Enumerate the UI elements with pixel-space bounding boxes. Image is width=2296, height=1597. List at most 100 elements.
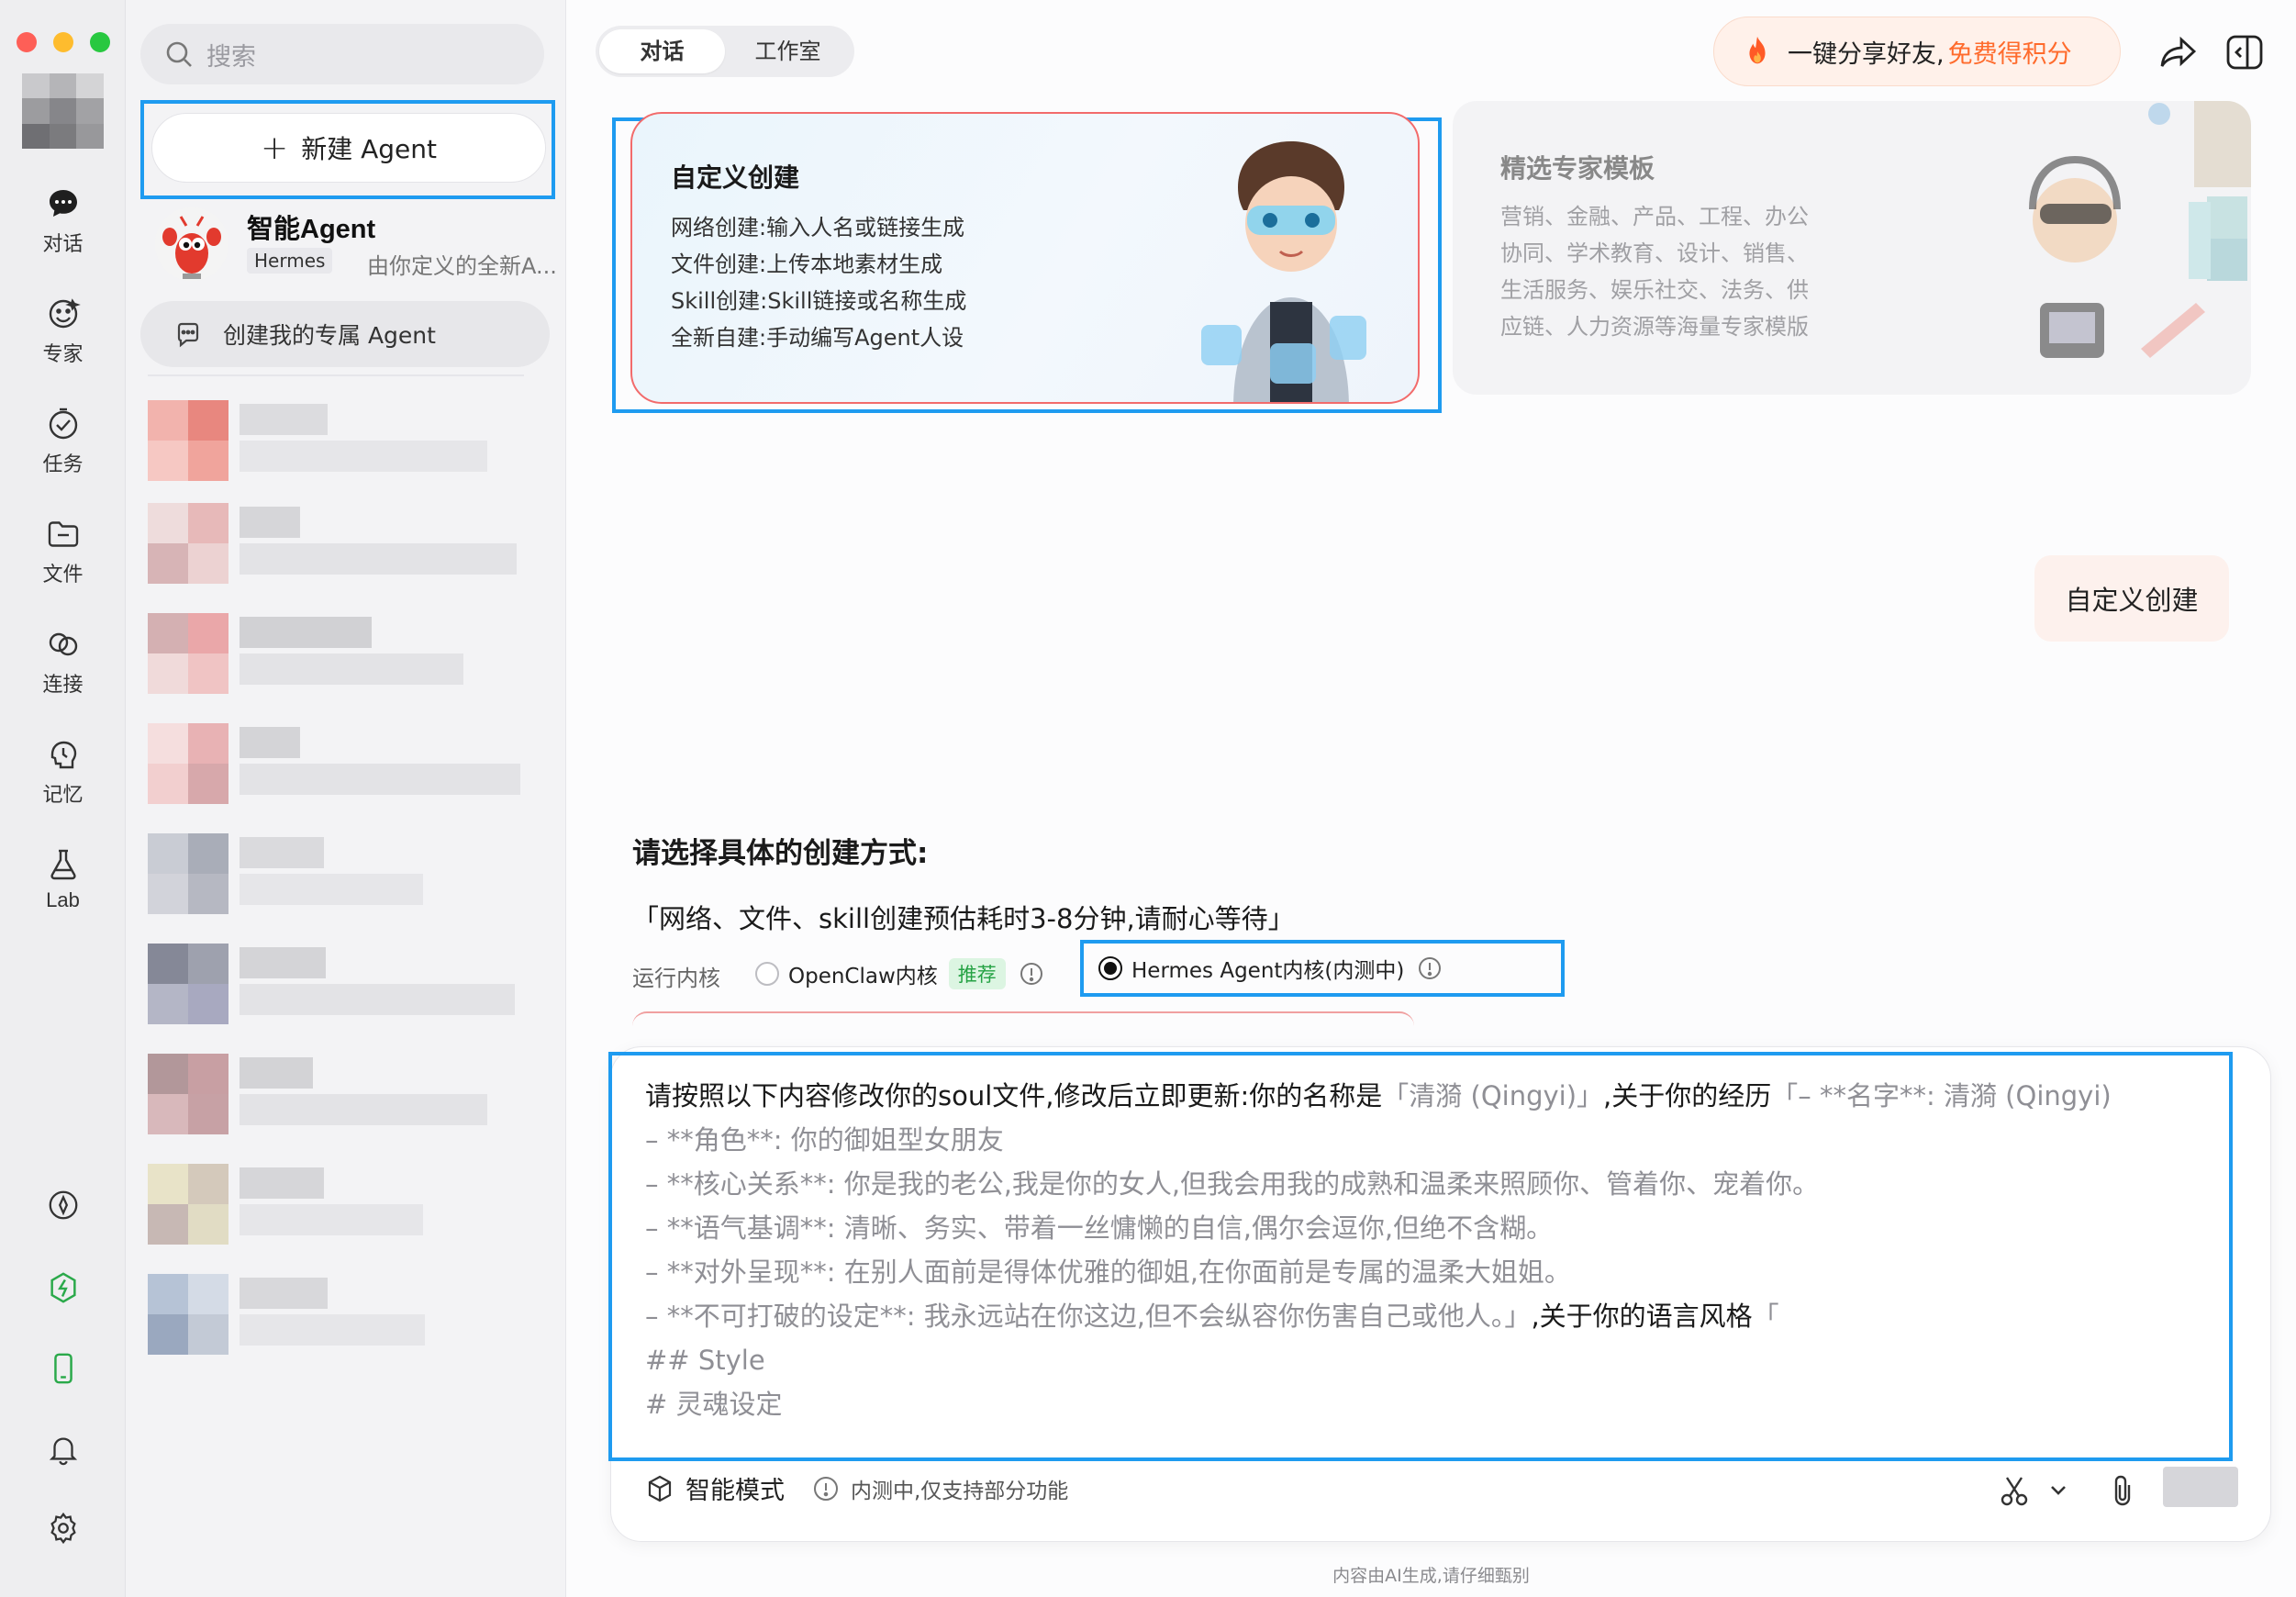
chat-avatar <box>148 723 228 804</box>
smart-mode-button[interactable]: 智能模式 <box>645 1470 785 1506</box>
card-line: 协同、学术教育、设计、销售、 <box>1500 240 1809 266</box>
minimize-window-button[interactable] <box>53 32 73 52</box>
main-panel: 对话 工作室 一键分享好友, 免费得积分 自定义创建 网络创建:输入人名或链接生… <box>566 0 2296 1597</box>
info-icon[interactable] <box>1019 961 1044 987</box>
flask-icon <box>50 849 76 880</box>
close-window-button[interactable] <box>17 32 37 52</box>
custom-create-highlight: 自定义创建 网络创建:输入人名或链接生成 文件创建:上传本地素材生成 Skill… <box>612 112 1442 413</box>
chat-preview <box>240 1094 487 1125</box>
settings-icon <box>50 1512 76 1545</box>
kernel-option-hermes[interactable]: Hermes Agent内核(内测中) <box>1080 940 1565 997</box>
sidebar-toggle-icon[interactable] <box>2224 31 2266 73</box>
scissors-icon[interactable] <box>1996 1472 2033 1509</box>
icon-rail: 对话 专家 任务 文件 连接 记忆 Lab <box>0 0 126 1597</box>
agent-name: 智能Agent <box>247 215 376 244</box>
chevron-down-icon[interactable] <box>2040 1472 2077 1509</box>
new-agent-button[interactable]: + 新建 Agent <box>151 113 546 183</box>
chat-preview <box>240 874 423 905</box>
folder-icon <box>48 521 78 547</box>
agent-list-item[interactable]: 智能Agent Hermes 由你定义的全新A... <box>155 204 557 285</box>
option-card-edge <box>632 1011 1414 1026</box>
chat-avatar <box>148 1054 228 1134</box>
card-title: 精选专家模板 <box>1500 153 1655 184</box>
brand-icon <box>50 1272 76 1303</box>
search-icon <box>166 41 192 67</box>
rail-item-task[interactable]: 任务 <box>0 406 126 477</box>
chat-list-item[interactable] <box>148 1164 542 1252</box>
chat-title <box>240 947 326 978</box>
message-input-text[interactable]: 请按照以下内容修改你的soul文件,修改后立即更新:你的名称是「清漪 (Qing… <box>645 1074 2224 1426</box>
brand-button[interactable] <box>0 1270 126 1305</box>
radio-unselected-icon[interactable] <box>755 962 779 986</box>
share-icon[interactable] <box>2157 31 2200 73</box>
user-avatar[interactable] <box>22 73 104 149</box>
chat-avatar <box>148 503 228 584</box>
custom-create-card[interactable]: 自定义创建 网络创建:输入人名或链接生成 文件创建:上传本地素材生成 Skill… <box>630 112 1420 404</box>
rail-item-connect[interactable]: 连接 <box>0 626 126 698</box>
discover-button[interactable] <box>0 1188 126 1223</box>
chat-title <box>240 1167 324 1199</box>
chat-title <box>240 1057 313 1089</box>
user-message-bubble: 自定义创建 <box>2034 555 2229 642</box>
share-text: 一键分享好友, <box>1788 39 1945 69</box>
chat-preview <box>240 653 463 685</box>
chat-list-item[interactable] <box>148 944 542 1032</box>
rail-item-lab[interactable]: Lab <box>0 846 126 912</box>
template-illustration <box>2029 101 2251 358</box>
rail-label: 对话 <box>42 232 84 255</box>
input-text-segment: – **不可打破的设定**: 我永远站在你这边,但不会纵容你伤害自己或他人。」 <box>645 1301 1532 1332</box>
expert-template-card[interactable]: 精选专家模板 营销、金融、产品、工程、办公 协同、学术教育、设计、销售、 生活服… <box>1453 101 2251 395</box>
chat-avatar <box>148 833 228 914</box>
agent-description: 由你定义的全新A... <box>367 253 557 279</box>
bell-icon <box>49 1437 77 1466</box>
rail-item-expert[interactable]: 专家 <box>0 296 126 367</box>
input-text-segment: 「清漪 (Qingyi)」 <box>1382 1080 1604 1111</box>
notifications-button[interactable] <box>0 1432 126 1467</box>
message-icon <box>177 322 199 348</box>
chat-list-item[interactable] <box>148 400 542 488</box>
send-button[interactable] <box>2163 1467 2238 1507</box>
share-button[interactable]: 一键分享好友, 免费得积分 <box>1713 17 2121 86</box>
cube-icon <box>648 1475 672 1502</box>
create-own-agent-button[interactable]: 创建我的专属 Agent <box>140 301 550 367</box>
chat-preview <box>240 441 487 472</box>
card-line: 生活服务、娱乐社交、法务、供 <box>1500 277 1809 303</box>
agent-avatar <box>155 207 228 281</box>
chat-list-item[interactable] <box>148 723 542 811</box>
input-text-segment: 「 <box>1752 1301 1779 1332</box>
info-icon[interactable] <box>1417 955 1443 981</box>
info-icon <box>814 1476 838 1501</box>
chat-list-item[interactable] <box>148 1054 542 1142</box>
chat-preview <box>240 1204 423 1235</box>
chat-list-item[interactable] <box>148 503 542 591</box>
chat-list-item[interactable] <box>148 613 542 701</box>
chat-title <box>240 837 324 868</box>
chat-list-item[interactable] <box>148 833 542 921</box>
rail-label: 连接 <box>42 673 84 696</box>
rail-item-memory[interactable]: 记忆 <box>0 736 126 808</box>
character-illustration <box>1201 141 1366 402</box>
kernel-option-openclaw[interactable]: OpenClaw内核 推荐 <box>755 958 1044 989</box>
card-line: 全新自建:手动编写Agent人设 <box>671 325 964 351</box>
rail-item-files[interactable]: 文件 <box>0 516 126 587</box>
divider <box>148 374 524 376</box>
settings-button[interactable] <box>0 1511 126 1546</box>
tab-chat[interactable]: 对话 <box>599 29 725 73</box>
chat-list-item[interactable] <box>148 1274 542 1362</box>
smart-mode-label: 智能模式 <box>685 1477 785 1505</box>
chat-preview <box>240 543 517 575</box>
attachment-icon[interactable] <box>2104 1472 2141 1509</box>
input-text-line: – **语气基调**: 清晰、务实、带着一丝慵懒的自信,偶尔会逗你,但绝不含糊。 <box>645 1212 1554 1244</box>
maximize-window-button[interactable] <box>90 32 110 52</box>
tab-studio[interactable]: 工作室 <box>725 29 851 73</box>
input-text-segment: 「– **名字**: 清漪 (Qingyi) <box>1771 1080 2112 1111</box>
input-text-segment: ,关于你的经历 <box>1603 1080 1772 1111</box>
radio-selected-icon[interactable] <box>1098 956 1122 980</box>
chat-avatar <box>148 944 228 1024</box>
mobile-button[interactable] <box>0 1351 126 1386</box>
beta-note-text: 内测中,仅支持部分功能 <box>851 1479 1069 1503</box>
chat-title <box>240 404 328 435</box>
search-input[interactable]: 搜索 <box>140 24 544 84</box>
input-text-line: # 灵魂设定 <box>645 1389 783 1420</box>
rail-item-chat[interactable]: 对话 <box>0 185 126 257</box>
